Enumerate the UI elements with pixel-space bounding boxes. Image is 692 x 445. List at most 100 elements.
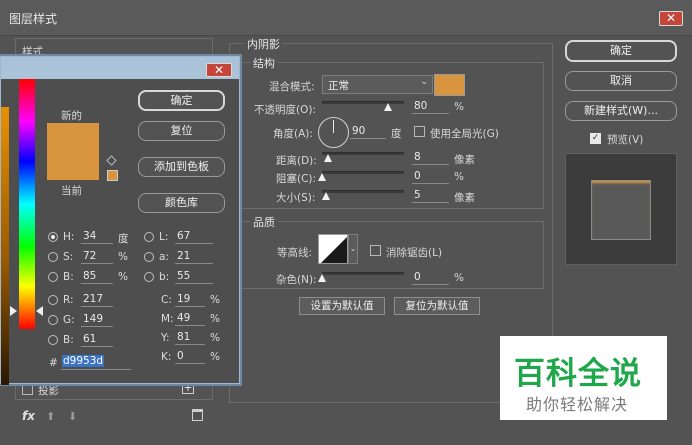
distance-slider[interactable] bbox=[322, 152, 404, 155]
distance-input[interactable]: 8 bbox=[412, 151, 449, 165]
r-input[interactable]: 217 bbox=[81, 293, 113, 307]
new-color-label: 新的 bbox=[61, 110, 82, 122]
s-input[interactable]: 72 bbox=[81, 250, 113, 264]
contour-dropdown-button[interactable]: ⌄ bbox=[348, 234, 358, 264]
watermark-title: 百科全说 bbox=[514, 356, 642, 392]
choke-input[interactable]: 0 bbox=[412, 170, 449, 184]
color-picker-close-button[interactable]: ✕ bbox=[206, 63, 232, 77]
current-color-swatch[interactable] bbox=[47, 167, 99, 180]
k-unit: % bbox=[210, 351, 220, 363]
m-input[interactable]: 49 bbox=[175, 312, 205, 326]
set-default-button[interactable]: 设置为默认值 bbox=[299, 297, 385, 315]
preview-checkbox[interactable]: ✓ bbox=[590, 133, 601, 144]
opacity-slider-handle[interactable] bbox=[383, 103, 392, 111]
s-unit: % bbox=[118, 251, 128, 263]
k-label: K: bbox=[161, 351, 172, 363]
lab-b-input[interactable]: 55 bbox=[175, 270, 213, 284]
color-picker-dialog: ✕ 新的 当前 确定 复位 添加到色板 颜色库 H: 34 度 S: 72 % … bbox=[0, 56, 240, 385]
b-rgb-radio[interactable] bbox=[48, 335, 58, 345]
b-hsb-unit: % bbox=[118, 271, 128, 283]
move-down-icon[interactable]: ⬇ bbox=[68, 410, 77, 423]
shadow-color-swatch[interactable] bbox=[434, 74, 465, 96]
opacity-slider[interactable] bbox=[322, 101, 404, 104]
preview-label[interactable]: 预览(V) bbox=[607, 132, 643, 147]
choke-slider-handle[interactable] bbox=[318, 173, 326, 181]
size-slider-handle[interactable] bbox=[322, 192, 330, 200]
b-rgb-input[interactable]: 61 bbox=[81, 333, 113, 347]
noise-slider[interactable] bbox=[322, 272, 404, 275]
b-rgb-label: B: bbox=[63, 334, 74, 346]
inner-shadow-title: 内阴影 bbox=[244, 36, 283, 52]
distance-label: 距离(D): bbox=[276, 155, 317, 167]
angle-input[interactable]: 90 bbox=[350, 125, 386, 139]
b-hsb-radio[interactable] bbox=[48, 272, 58, 282]
cancel-button[interactable]: 取消 bbox=[565, 71, 677, 91]
lab-b-label: b: bbox=[159, 271, 170, 283]
a-input[interactable]: 21 bbox=[175, 250, 213, 264]
picker-reset-button[interactable]: 复位 bbox=[138, 121, 225, 141]
drop-shadow-checkbox[interactable] bbox=[22, 384, 33, 395]
contour-label: 等高线: bbox=[277, 247, 313, 259]
ok-button[interactable]: 确定 bbox=[565, 40, 677, 62]
antialias-checkbox[interactable] bbox=[370, 245, 381, 256]
angle-unit: 度 bbox=[391, 128, 402, 140]
noise-input[interactable]: 0 bbox=[412, 271, 449, 285]
angle-dial[interactable] bbox=[318, 117, 349, 148]
g-radio[interactable] bbox=[48, 315, 58, 325]
r-label: R: bbox=[63, 294, 74, 306]
h-radio[interactable] bbox=[48, 232, 58, 242]
picker-ok-button[interactable]: 确定 bbox=[138, 90, 225, 111]
r-radio[interactable] bbox=[48, 295, 58, 305]
hex-input[interactable]: d9953d bbox=[61, 354, 131, 370]
y-input[interactable]: 81 bbox=[175, 331, 205, 345]
blend-mode-select[interactable]: 正常 ⌄ bbox=[322, 75, 433, 94]
global-light-label[interactable]: 使用全局光(G) bbox=[430, 126, 499, 141]
hex-value: d9953d bbox=[62, 355, 105, 367]
hue-slider[interactable] bbox=[19, 79, 35, 329]
distance-slider-handle[interactable] bbox=[324, 154, 332, 162]
reset-default-button[interactable]: 复位为默认值 bbox=[394, 297, 480, 315]
global-light-checkbox[interactable] bbox=[414, 126, 425, 137]
hex-label: # bbox=[49, 357, 58, 369]
color-libraries-button[interactable]: 颜色库 bbox=[138, 193, 225, 213]
b-hsb-input[interactable]: 85 bbox=[81, 270, 113, 284]
web-safe-swatch[interactable] bbox=[107, 170, 118, 181]
fx-icon[interactable]: fx bbox=[22, 409, 35, 423]
choke-slider[interactable] bbox=[322, 171, 404, 174]
current-color-label: 当前 bbox=[61, 185, 82, 197]
antialias-label[interactable]: 消除锯齿(L) bbox=[386, 245, 442, 260]
s-radio[interactable] bbox=[48, 252, 58, 262]
h-input[interactable]: 34 bbox=[81, 230, 113, 244]
color-field[interactable] bbox=[1, 107, 9, 385]
noise-label: 杂色(N): bbox=[276, 274, 317, 286]
opacity-input[interactable]: 80 bbox=[412, 100, 449, 114]
window-title: 图层样式 bbox=[9, 12, 58, 26]
lab-b-radio[interactable] bbox=[144, 272, 154, 282]
opacity-unit: % bbox=[454, 101, 464, 113]
window-close-button[interactable]: ✕ bbox=[659, 11, 683, 26]
drop-shadow-label[interactable]: 投影 bbox=[38, 383, 59, 398]
a-radio[interactable] bbox=[144, 252, 154, 262]
g-label: G: bbox=[63, 314, 75, 326]
hue-slider-right-arrow[interactable] bbox=[36, 306, 43, 316]
c-label: C: bbox=[161, 294, 172, 306]
new-style-button[interactable]: 新建样式(W)... bbox=[565, 101, 677, 121]
hue-slider-left-arrow[interactable] bbox=[10, 306, 17, 316]
l-radio[interactable] bbox=[144, 232, 154, 242]
size-unit: 像素 bbox=[454, 192, 475, 204]
contour-curve-icon bbox=[321, 237, 347, 263]
trash-icon[interactable] bbox=[192, 409, 203, 421]
size-slider[interactable] bbox=[322, 190, 404, 193]
l-input[interactable]: 67 bbox=[175, 230, 213, 244]
preview-thumbnail bbox=[591, 180, 651, 240]
add-to-swatches-button[interactable]: 添加到色板 bbox=[138, 157, 225, 177]
c-input[interactable]: 19 bbox=[175, 293, 205, 307]
angle-dial-needle bbox=[333, 120, 334, 133]
k-input[interactable]: 0 bbox=[175, 350, 205, 364]
noise-slider-handle[interactable] bbox=[318, 274, 326, 282]
move-up-icon[interactable]: ⬆ bbox=[46, 410, 55, 423]
contour-picker[interactable] bbox=[318, 234, 348, 264]
structure-title: 结构 bbox=[250, 55, 278, 71]
g-input[interactable]: 149 bbox=[81, 313, 113, 327]
size-input[interactable]: 5 bbox=[412, 189, 449, 203]
